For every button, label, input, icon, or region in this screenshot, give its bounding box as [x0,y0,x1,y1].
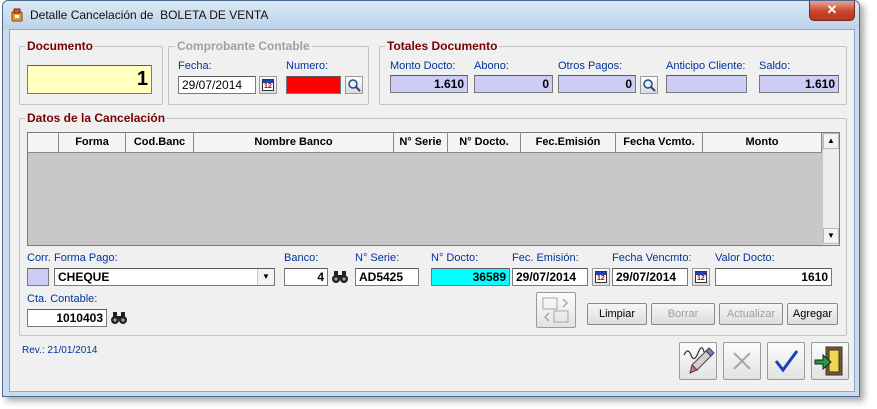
serie-label: N° Serie: [355,252,400,264]
column-header-fecha-vcmto[interactable]: Fecha Vcmto. [616,133,703,153]
cta-contable-label: Cta. Contable: [27,293,98,305]
borrar-button[interactable]: Borrar [651,303,715,325]
vencmto-label: Fecha Vencmto: [612,252,692,264]
dialog-body: Documento 1 Comprobante Contable Fecha: … [9,29,855,392]
column-header-cod-banc[interactable]: Cod.Banc [126,133,194,153]
serie-field[interactable]: AD5425 [355,268,419,286]
banco-search-button[interactable] [331,268,349,286]
cta-contable-field[interactable]: 1010403 [27,309,107,327]
swap-rows-button[interactable] [536,292,576,328]
otros-pagos-search-button[interactable] [640,76,658,94]
binoculars-icon [332,271,348,283]
dialog-window: Detalle Cancelación de BOLETA DE VENTA ✕… [2,0,860,397]
abono-label: Abono: [474,60,509,72]
app-icon [11,8,23,22]
documento-number-field[interactable]: 1 [27,65,152,94]
emision-label: Fec. Emisión: [512,252,579,264]
pen-sign-icon [683,347,715,374]
window-title: Detalle Cancelación de BOLETA DE VENTA [30,8,269,22]
banco-field[interactable]: 4 [284,268,328,286]
documento-group-title: Documento [25,39,95,53]
comprobante-fecha-calendar-button[interactable]: 12 [259,76,277,94]
calendar-icon: 12 [595,271,607,283]
scroll-up-icon[interactable]: ▲ [823,133,839,149]
otros-pagos-field: 0 [558,75,636,93]
monto-docto-field: 1.610 [390,75,468,93]
saldo-field: 1.610 [759,75,839,93]
banco-label: Banco: [284,252,319,264]
magnifier-icon [348,79,361,92]
valor-docto-label: Valor Docto: [715,252,775,264]
exit-button[interactable] [811,342,849,380]
close-icon [733,352,751,370]
checkmark-icon [774,350,799,373]
scroll-down-icon[interactable]: ▼ [823,228,839,244]
calendar-icon: 12 [262,79,274,91]
exit-door-icon [814,346,843,376]
comprobante-group-title: Comprobante Contable [175,39,312,53]
actualizar-button[interactable]: Actualizar [719,303,783,325]
binoculars-icon [111,312,127,324]
vencmto-calendar-button[interactable]: 12 [692,268,710,286]
comprobante-search-button[interactable] [345,76,363,94]
emision-calendar-button[interactable]: 12 [592,268,610,286]
anticipo-cliente-field [666,75,747,93]
emision-field[interactable]: 29/07/2014 [512,268,588,286]
column-header-forma[interactable]: Forma [59,133,126,153]
column-header-monto[interactable]: Monto [703,133,822,153]
valor-docto-field[interactable]: 1610 [715,268,832,286]
column-header-serie[interactable]: N° Serie [394,133,448,153]
cancelacion-group-title: Datos de la Cancelación [25,111,168,125]
column-header-selector[interactable] [28,133,59,153]
anticipo-cliente-label: Anticipo Cliente: [666,60,746,72]
docto-field[interactable]: 36589 [431,268,510,286]
otros-pagos-label: Otros Pagos: [558,60,623,72]
close-button[interactable]: ✕ [809,1,855,21]
revision-label: Rev.: 21/01/2014 [22,345,98,356]
forma-pago-select[interactable]: CHEQUE ▼ [54,268,275,286]
docto-label: N° Docto: [431,252,479,264]
monto-docto-label: Monto Docto: [390,60,456,72]
agregar-button[interactable]: Agregar [787,303,838,325]
table-vertical-scrollbar[interactable]: ▲ ▼ [822,133,839,245]
chevron-down-icon[interactable]: ▼ [257,269,274,285]
comprobante-fecha-field[interactable]: 29/07/2014 [178,76,256,94]
abono-field: 0 [474,75,553,93]
cancel-button[interactable] [723,342,761,380]
column-header-fec-emision[interactable]: Fec.Emisión [521,133,616,153]
comprobante-numero-field[interactable] [286,76,341,94]
corr-label: Corr. [27,252,51,264]
calendar-icon: 12 [695,271,707,283]
column-header-docto[interactable]: N° Docto. [448,133,521,153]
accept-button[interactable] [767,342,805,380]
saldo-label: Saldo: [759,60,791,72]
totales-group-title: Totales Documento [385,39,500,53]
column-header-nombre-banco[interactable]: Nombre Banco [194,133,394,153]
forma-pago-value: CHEQUE [58,270,110,284]
cta-contable-search-button[interactable] [110,309,128,327]
swap-documents-icon [542,297,569,323]
table-header: Forma Cod.Banc Nombre Banco N° Serie N° … [28,133,822,153]
vencmto-field[interactable]: 29/07/2014 [612,268,688,286]
close-icon: ✕ [826,2,838,17]
corr-field[interactable] [27,268,49,286]
print-button[interactable] [679,342,717,380]
comprobante-numero-label: Numero: [286,60,329,72]
magnifier-icon [643,79,656,92]
cancelacion-table[interactable]: Forma Cod.Banc Nombre Banco N° Serie N° … [27,132,840,246]
title-bar[interactable]: Detalle Cancelación de BOLETA DE VENTA ✕ [3,1,859,29]
forma-pago-label: Forma Pago: [54,252,118,264]
comprobante-fecha-label: Fecha: [178,60,212,72]
limpiar-button[interactable]: Limpiar [587,303,647,325]
